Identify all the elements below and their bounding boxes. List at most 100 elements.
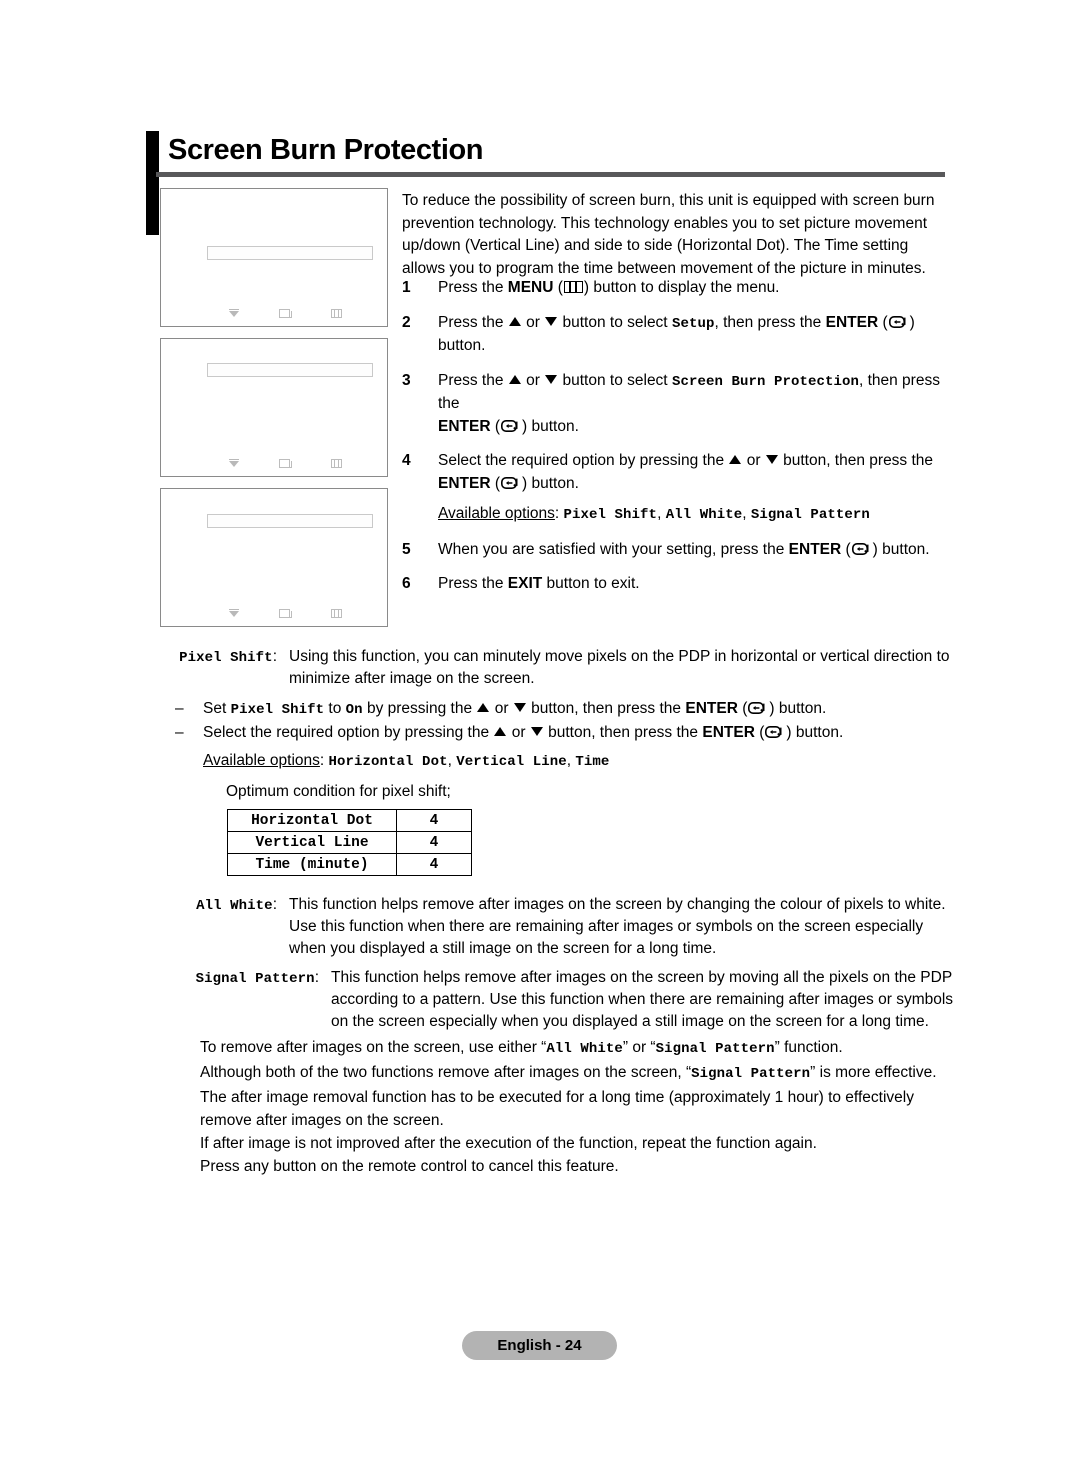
all-white-term: All White <box>196 898 273 914</box>
osd-enter-icon <box>279 609 292 620</box>
dash-marker: – <box>175 724 184 741</box>
exit-button-label: EXIT <box>507 575 543 592</box>
step-text-2: or <box>521 371 545 389</box>
title-accent-bar <box>146 131 159 235</box>
step-number: 2 <box>402 313 411 331</box>
option-pixel-shift: Pixel Shift <box>563 507 658 523</box>
t5: button, then press the <box>543 724 703 741</box>
enter-button-label: ENTER <box>788 540 842 558</box>
term-signal-pattern: Signal Pattern <box>691 1066 811 1082</box>
step-6: 6 Press the EXIT button to exit. <box>402 573 950 596</box>
step-text-2: or <box>521 313 545 331</box>
down-arrow-icon <box>765 455 778 464</box>
paren-close: ) <box>909 313 915 331</box>
optimum-condition-caption: Optimum condition for pixel shift; <box>226 783 451 800</box>
steps-list: 1 Press the MENU () button to display th… <box>402 277 950 608</box>
step-number: 6 <box>402 575 411 592</box>
page-footer-badge: English - 24 <box>462 1331 617 1360</box>
all-white-section: All White: This function helps remove af… <box>155 894 955 960</box>
osd-screenshot-3 <box>160 488 388 627</box>
step-text-5: button. <box>527 474 579 492</box>
step-text-1: Press the <box>438 371 508 389</box>
c2a: Although both of the two functions remov… <box>200 1064 692 1081</box>
enter-icon <box>501 419 521 433</box>
signal-pattern-term: Signal Pattern <box>195 971 315 987</box>
enter-button-label: ENTER <box>438 417 491 435</box>
osd-move-icon <box>229 609 240 621</box>
available-options-line-1: Available options: Pixel Shift, All Whit… <box>438 503 950 527</box>
title-divider <box>156 172 945 177</box>
menu-term-screen-burn-protection: Screen Burn Protection <box>671 373 859 390</box>
available-options-line-2: Available options: Horizontal Dot, Verti… <box>203 750 609 773</box>
osd-highlight-bar <box>207 246 373 260</box>
closing-notes: To remove after images on the screen, us… <box>200 1036 960 1178</box>
t6: button. <box>791 724 844 741</box>
step-text-5: button. <box>877 540 930 558</box>
step-text-3: button to select <box>558 371 672 389</box>
closing-line-2: Although both of the two functions remov… <box>200 1061 960 1086</box>
step-text-5: button to exit. <box>542 575 640 592</box>
step-text-pre: Press the <box>438 279 508 296</box>
enter-button-label: ENTER <box>438 474 491 492</box>
t3: by pressing the <box>362 700 477 717</box>
paren-open: ( <box>737 700 748 717</box>
closing-line-5: Press any button on the remote control t… <box>200 1158 619 1175</box>
step-text-1: When you are satisfied with your setting… <box>438 540 789 558</box>
table-cell-key: Horizontal Dot <box>227 809 397 832</box>
t5: button, then press the <box>526 700 686 717</box>
enter-icon <box>765 726 785 739</box>
step-text-1: Press the <box>438 313 508 331</box>
down-arrow-icon <box>545 374 558 384</box>
option-vertical-line: Vertical Line <box>456 754 567 770</box>
osd-return-icon <box>331 609 342 620</box>
colon: : <box>314 969 319 986</box>
page-title: Screen Burn Protection <box>168 134 484 166</box>
down-arrow-icon <box>545 316 558 326</box>
enter-icon <box>851 542 872 556</box>
menu-icon <box>563 281 583 293</box>
signal-pattern-section: Signal Pattern: This function helps remo… <box>155 967 955 1033</box>
table-cell-key: Time (minute) <box>227 853 397 876</box>
table-cell-key: Vertical Line <box>227 831 397 854</box>
t4: or <box>490 700 513 717</box>
table-row: Vertical Line 4 <box>227 831 472 854</box>
osd-screenshot-1 <box>160 188 388 327</box>
paren-open: ( <box>878 313 888 331</box>
step-4: 4 Select the required option by pressing… <box>402 450 950 527</box>
c2b: ” is more effective. <box>810 1064 937 1081</box>
sep: , <box>742 505 751 522</box>
t6: button. <box>774 700 827 717</box>
pixel-shift-term: Pixel Shift <box>179 650 273 666</box>
step-text-2: or <box>742 452 765 469</box>
available-options-label: Available options <box>203 752 320 769</box>
t2: to <box>324 700 346 717</box>
available-options-label: Available options <box>438 505 555 522</box>
pixel-shift-label: Pixel Shift: <box>155 646 277 669</box>
colon: : <box>554 505 564 522</box>
signal-pattern-label: Signal Pattern: <box>155 967 319 990</box>
up-arrow-icon <box>729 455 742 464</box>
osd-footer-icons <box>161 458 387 472</box>
t1: Set <box>203 700 231 717</box>
step-1: 1 Press the MENU () button to display th… <box>402 277 950 300</box>
signal-pattern-body: This function helps remove after images … <box>331 969 954 1030</box>
paren-open: ( <box>553 279 563 296</box>
down-arrow-icon <box>513 703 526 712</box>
option-all-white: All White <box>665 507 743 523</box>
down-arrow-icon <box>530 727 543 736</box>
t1: Select the required option by pressing t… <box>203 724 494 741</box>
osd-highlight-bar <box>207 514 373 528</box>
enter-icon <box>501 476 521 490</box>
paren-open: ( <box>841 540 851 558</box>
paren-open: ( <box>754 724 765 741</box>
osd-move-icon <box>229 459 240 471</box>
table-row: Time (minute) 4 <box>227 853 472 876</box>
step-text-post: button to display the menu. <box>589 279 780 296</box>
all-white-body: This function helps remove after images … <box>289 896 946 957</box>
intro-paragraph: To reduce the possibility of screen burn… <box>402 192 935 277</box>
step-text-3: button, then press the <box>778 452 934 469</box>
term-signal-pattern: Signal Pattern <box>655 1041 775 1057</box>
enter-button-label: ENTER <box>702 724 755 741</box>
step-text-3: button to select <box>558 313 672 331</box>
step-text-5: button. <box>527 417 579 435</box>
